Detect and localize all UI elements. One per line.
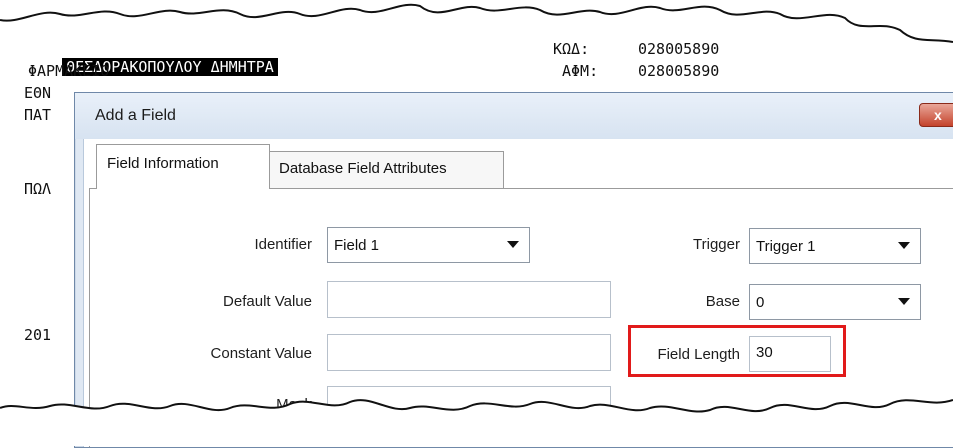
- doc-line-6: 201: [24, 326, 52, 344]
- dialog-titlebar[interactable]: Add a Field x: [75, 93, 953, 139]
- tab-database-field-attributes-label: Database Field Attributes: [279, 160, 447, 177]
- constant-value-input[interactable]: [327, 334, 611, 371]
- chevron-down-icon: [898, 242, 910, 249]
- trigger-value: Trigger 1: [756, 238, 816, 255]
- tab-field-information-label: Field Information: [107, 155, 219, 172]
- default-value-input[interactable]: [327, 281, 611, 318]
- doc-line-2: ΦΑΡΜΑΚΕΙΟ: [28, 62, 110, 78]
- constant-value-label: Constant Value: [210, 345, 312, 362]
- base-select[interactable]: 0: [749, 284, 921, 320]
- torn-bottom-edge: [0, 399, 953, 446]
- identifier-label: Identifier: [254, 236, 312, 253]
- base-label: Base: [705, 293, 740, 310]
- tab-database-field-attributes[interactable]: Database Field Attributes: [268, 151, 504, 189]
- identifier-select[interactable]: Field 1: [327, 227, 530, 263]
- trigger-label: Trigger: [693, 236, 740, 253]
- doc-afm-value: 028005890: [638, 62, 720, 78]
- chevron-down-icon: [898, 298, 910, 305]
- doc-line-5: ΠΩΛ: [24, 180, 52, 198]
- identifier-value: Field 1: [334, 237, 380, 254]
- doc-afm-label: ΑΦΜ:: [562, 62, 599, 78]
- torn-top-edge: [0, 0, 953, 43]
- close-button[interactable]: x: [919, 103, 953, 127]
- default-value-label: Default Value: [223, 293, 312, 310]
- doc-line-4: ΠΑΤ: [24, 106, 52, 124]
- base-value: 0: [756, 294, 765, 311]
- trigger-select[interactable]: Trigger 1: [749, 228, 921, 264]
- chevron-down-icon: [507, 241, 519, 248]
- tab-field-information[interactable]: Field Information: [96, 144, 270, 189]
- doc-line-3: ΕΘΝ: [24, 84, 52, 102]
- dialog-title: Add a Field: [95, 107, 176, 124]
- close-icon: x: [934, 107, 942, 123]
- field-length-highlight: [628, 325, 846, 377]
